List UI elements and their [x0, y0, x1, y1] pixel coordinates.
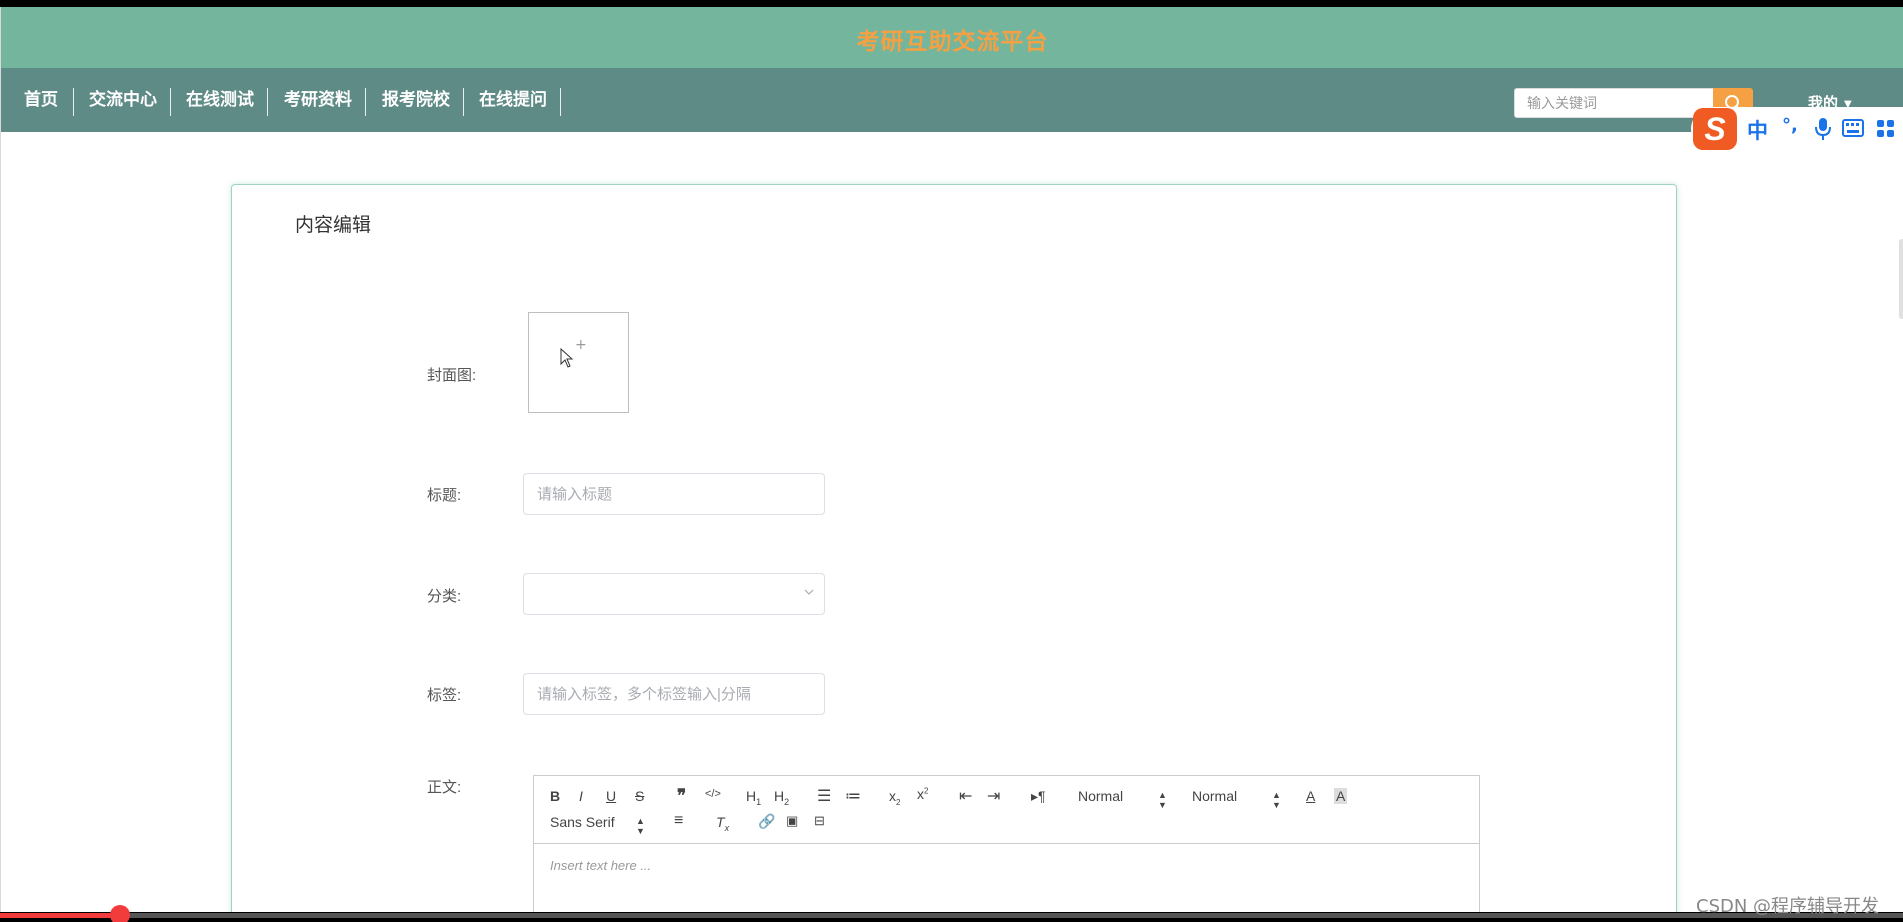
cover-label: 封面图: — [427, 367, 477, 384]
title-field — [523, 473, 825, 515]
title-label: 标题: — [427, 487, 462, 504]
nav-item-online-test[interactable]: 在线测试 — [186, 68, 254, 132]
body-label: 正文: — [427, 779, 462, 796]
nav-divider — [170, 88, 171, 116]
microphone-icon[interactable] — [1815, 117, 1831, 141]
site-banner: 考研互助交流平台 — [1, 7, 1903, 68]
editor-content[interactable]: Insert text here ... — [550, 858, 651, 873]
nav-divider — [560, 88, 561, 116]
outdent-icon[interactable]: ⇤ — [959, 786, 972, 806]
text-direction-icon[interactable]: ▸¶ — [1031, 788, 1046, 805]
indent-icon[interactable]: ⇥ — [987, 786, 1000, 806]
image-icon[interactable]: ▣ — [786, 813, 798, 829]
nav-item-schools[interactable]: 报考院校 — [382, 68, 450, 132]
ime-punctuation-toggle[interactable]: °, — [1782, 115, 1798, 136]
tags-input[interactable] — [524, 674, 824, 714]
size-picker-label: Normal — [1192, 788, 1238, 804]
chevron-down-icon — [804, 589, 814, 595]
nav-divider — [267, 88, 268, 116]
nav-divider — [73, 88, 74, 116]
screen: 考研互助交流平台 首页 交流中心 在线测试 考研资料 报考院校 在线提问 输入关… — [0, 0, 1903, 922]
subscript-icon[interactable]: x2 — [889, 788, 900, 807]
category-select[interactable] — [523, 573, 825, 615]
mouse-cursor-icon — [560, 348, 574, 368]
ime-toolbar: S 中 °, — [1691, 107, 1903, 151]
tags-label: 标签: — [427, 687, 462, 704]
toolbox-icon[interactable] — [1876, 119, 1896, 139]
background-color-icon[interactable]: A — [1334, 788, 1348, 804]
nav-item-home[interactable]: 首页 — [24, 68, 58, 132]
tags-field — [523, 673, 825, 715]
video-progress-handle[interactable] — [109, 905, 130, 922]
card-title: 内容编辑 — [295, 214, 372, 236]
side-tab[interactable] — [1899, 239, 1903, 319]
site-title: 考研互助交流平台 — [856, 29, 1049, 55]
ordered-list-icon[interactable]: ☰ — [817, 786, 831, 806]
nav-divider — [365, 88, 366, 116]
sogou-logo-icon[interactable]: S — [1693, 108, 1737, 150]
header-1-icon[interactable]: H1 — [746, 788, 761, 807]
picker-arrows-icon: ▲ ▼ — [1272, 790, 1281, 810]
ime-mode-toggle[interactable]: 中 — [1747, 115, 1768, 145]
bullet-list-icon[interactable]: ≔ — [845, 786, 861, 806]
picker-arrows-icon: ▲ ▼ — [1158, 790, 1167, 810]
size-picker[interactable]: Normal ▲ ▼ — [1192, 788, 1281, 810]
underline-icon[interactable]: U — [606, 788, 616, 804]
link-icon[interactable]: 🔗 — [758, 813, 775, 830]
picker-arrows-icon: ▲ ▼ — [636, 816, 645, 836]
nav-item-forum[interactable]: 交流中心 — [89, 68, 157, 132]
italic-icon[interactable]: I — [579, 788, 583, 804]
title-input[interactable] — [524, 474, 824, 514]
video-progress-fill — [0, 913, 120, 918]
font-picker[interactable]: Sans Serif ▲ ▼ — [550, 814, 645, 836]
search-box — [1514, 88, 1714, 118]
align-icon[interactable]: ≡ — [674, 812, 683, 830]
video-progress-track[interactable] — [0, 913, 1903, 918]
plus-icon: + — [575, 337, 587, 353]
cover-upload[interactable]: + — [528, 312, 629, 413]
keyboard-icon[interactable] — [1842, 119, 1864, 137]
font-picker-label: Sans Serif — [550, 814, 615, 830]
header-2-icon[interactable]: H2 — [774, 788, 789, 807]
blockquote-icon[interactable]: ❞ — [677, 786, 686, 806]
csdn-watermark: CSDN @程序辅导开发 — [1696, 896, 1880, 917]
nav-item-materials[interactable]: 考研资料 — [284, 68, 352, 132]
code-block-icon[interactable]: </> — [705, 788, 721, 800]
header-picker[interactable]: Normal ▲ ▼ — [1078, 788, 1167, 810]
header-picker-label: Normal — [1078, 788, 1124, 804]
font-color-icon[interactable]: A — [1306, 788, 1315, 804]
video-icon[interactable]: ⊟ — [814, 813, 825, 829]
nav-divider — [463, 88, 464, 116]
superscript-icon[interactable]: x2 — [917, 786, 928, 802]
category-label: 分类: — [427, 588, 462, 605]
bold-icon[interactable]: B — [550, 788, 560, 804]
strike-icon[interactable]: S — [635, 788, 644, 804]
search-input[interactable] — [1515, 89, 1713, 117]
clean-format-icon[interactable]: Tx — [716, 814, 729, 833]
editor-toolbar: B I U S ❞ </> H1 H2 ☰ ≔ x2 x2 ⇤ ⇥ ▸¶ Nor… — [534, 776, 1479, 844]
browser-page: 考研互助交流平台 首页 交流中心 在线测试 考研资料 报考院校 在线提问 输入关… — [0, 7, 1903, 912]
rich-text-editor: B I U S ❞ </> H1 H2 ☰ ≔ x2 x2 ⇤ ⇥ ▸¶ Nor… — [533, 775, 1480, 912]
nav-item-questions[interactable]: 在线提问 — [479, 68, 547, 132]
